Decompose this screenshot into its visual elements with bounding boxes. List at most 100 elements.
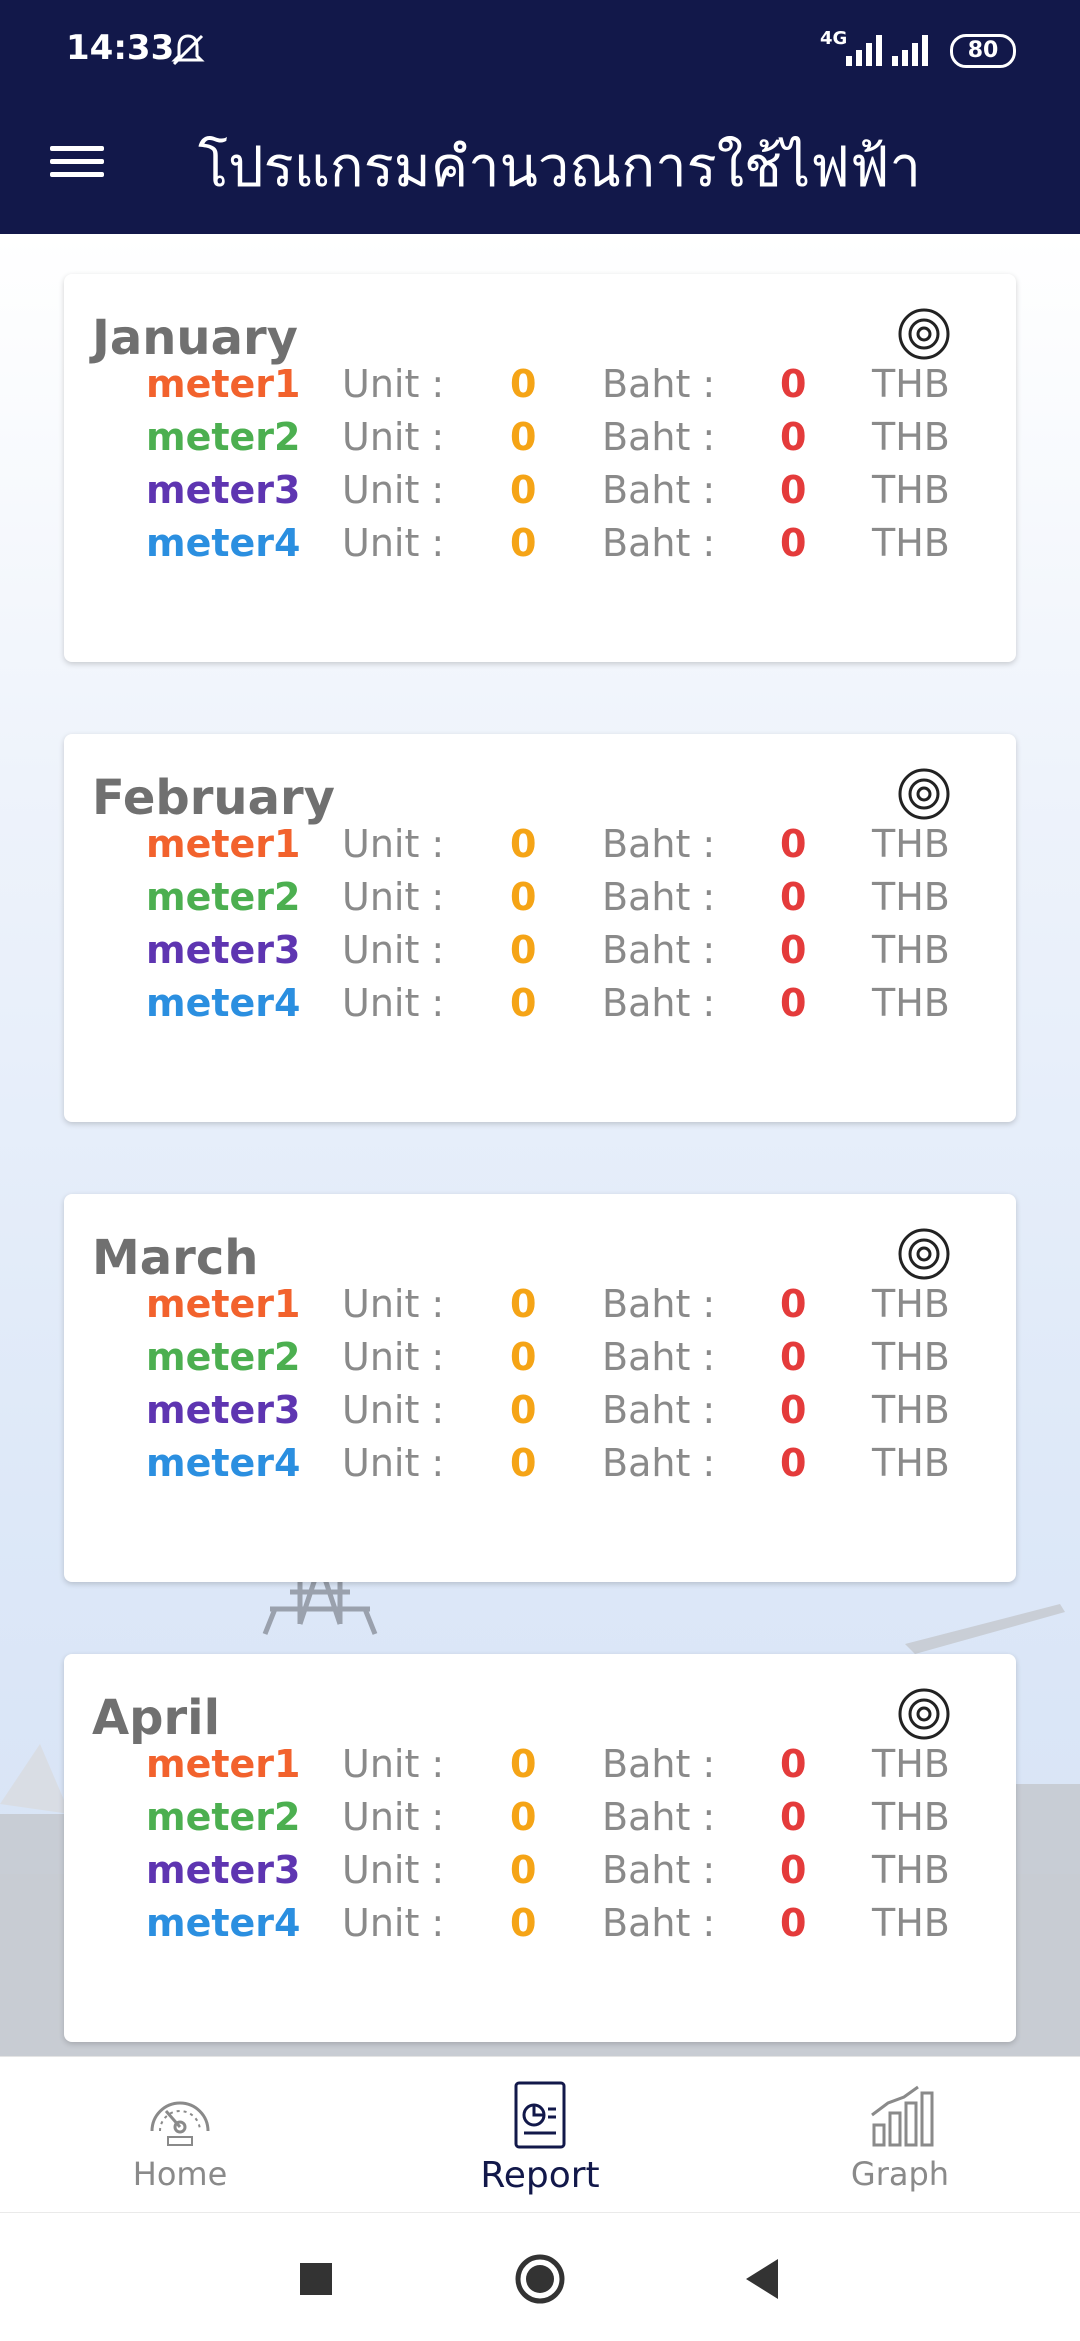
nav-home[interactable]: Home [60,2057,300,2213]
unit-label: Unit : [342,822,445,866]
bottom-navigation: Home Report Graph [0,2056,1080,2213]
baht-value: 0 [780,875,807,919]
baht-value: 0 [780,1335,807,1379]
unit-value: 0 [510,362,537,406]
currency-label: THB [872,362,950,406]
nav-label: Report [480,2155,600,2196]
unit-value: 0 [510,1441,537,1485]
unit-label: Unit : [342,1441,445,1485]
meter-row: meter2 Unit : 0 Baht : 0 THB [64,1335,1016,1387]
baht-label: Baht : [602,875,716,919]
meter-row: meter3 Unit : 0 Baht : 0 THB [64,928,1016,980]
unit-label: Unit : [342,1795,445,1839]
meter-name: meter1 [146,1282,301,1326]
meter-row: meter3 Unit : 0 Baht : 0 THB [64,1848,1016,1900]
baht-label: Baht : [602,981,716,1025]
settings-gear-icon[interactable] [894,1684,954,1744]
baht-value: 0 [780,1282,807,1326]
baht-label: Baht : [602,1901,716,1945]
baht-label: Baht : [602,928,716,972]
currency-label: THB [872,521,950,565]
baht-value: 0 [780,468,807,512]
baht-label: Baht : [602,362,716,406]
signal-icon [892,35,928,66]
speedometer-icon [150,2101,210,2146]
bell-muted-icon [171,34,205,66]
baht-label: Baht : [602,1848,716,1892]
currency-label: THB [872,1388,950,1432]
unit-value: 0 [510,1795,537,1839]
currency-label: THB [872,1848,950,1892]
baht-label: Baht : [602,1282,716,1326]
unit-value: 0 [510,1901,537,1945]
meter-name: meter3 [146,1388,301,1432]
baht-value: 0 [780,822,807,866]
meter-name: meter4 [146,521,301,565]
meter-name: meter4 [146,981,301,1025]
nav-graph[interactable]: Graph [780,2057,1020,2213]
meter-row: meter4 Unit : 0 Baht : 0 THB [64,1901,1016,1953]
unit-value: 0 [510,1335,537,1379]
unit-label: Unit : [342,468,445,512]
currency-label: THB [872,468,950,512]
unit-label: Unit : [342,1388,445,1432]
settings-gear-icon[interactable] [894,1224,954,1284]
unit-value: 0 [510,415,537,459]
unit-value: 0 [510,875,537,919]
battery-level: 80 [967,38,999,63]
meter-row: meter2 Unit : 0 Baht : 0 THB [64,1795,1016,1847]
hamburger-menu-icon[interactable] [50,138,104,192]
meter-row: meter1 Unit : 0 Baht : 0 THB [64,362,1016,414]
unit-label: Unit : [342,1901,445,1945]
meter-name: meter3 [146,928,301,972]
report-list[interactable]: January meter1 Unit : 0 Baht : 0 THB met… [0,234,1080,2056]
month-card-january: January meter1 Unit : 0 Baht : 0 THB met… [64,274,1016,662]
unit-value: 0 [510,468,537,512]
month-title: April [92,1690,221,1746]
unit-label: Unit : [342,362,445,406]
settings-gear-icon[interactable] [894,304,954,364]
meter-name: meter2 [146,1335,301,1379]
unit-label: Unit : [342,1742,445,1786]
month-title: February [92,770,335,826]
bar-chart-icon [871,2085,934,2147]
meter-row: meter4 Unit : 0 Baht : 0 THB [64,521,1016,573]
back-triangle-icon[interactable] [736,2251,792,2307]
baht-label: Baht : [602,1388,716,1432]
unit-value: 0 [510,822,537,866]
unit-value: 0 [510,521,537,565]
baht-value: 0 [780,1901,807,1945]
meter-name: meter4 [146,1901,301,1945]
nav-report[interactable]: Report [420,2057,660,2213]
baht-label: Baht : [602,822,716,866]
meter-name: meter2 [146,415,301,459]
currency-label: THB [872,822,950,866]
settings-gear-icon[interactable] [894,764,954,824]
baht-value: 0 [780,1388,807,1432]
system-navigation-bar [0,2212,1080,2341]
meter-name: meter1 [146,1742,301,1786]
unit-label: Unit : [342,1282,445,1326]
baht-value: 0 [780,415,807,459]
unit-label: Unit : [342,928,445,972]
currency-label: THB [872,1335,950,1379]
baht-value: 0 [780,928,807,972]
recents-square-icon[interactable] [288,2251,344,2307]
meter-row: meter2 Unit : 0 Baht : 0 THB [64,415,1016,467]
meter-row: meter1 Unit : 0 Baht : 0 THB [64,822,1016,874]
app-bar: โปรแกรมคำนวณการใช้ไฟฟ้า [0,100,1080,234]
baht-label: Baht : [602,1335,716,1379]
unit-label: Unit : [342,1848,445,1892]
unit-value: 0 [510,1282,537,1326]
currency-label: THB [872,1441,950,1485]
nav-label: Home [132,2155,228,2193]
meter-name: meter4 [146,1441,301,1485]
meter-row: meter1 Unit : 0 Baht : 0 THB [64,1282,1016,1334]
currency-label: THB [872,928,950,972]
month-card-february: February meter1 Unit : 0 Baht : 0 THB me… [64,734,1016,1122]
unit-value: 0 [510,1848,537,1892]
meter-row: meter4 Unit : 0 Baht : 0 THB [64,1441,1016,1493]
home-circle-icon[interactable] [512,2251,568,2307]
unit-label: Unit : [342,1335,445,1379]
unit-value: 0 [510,1742,537,1786]
